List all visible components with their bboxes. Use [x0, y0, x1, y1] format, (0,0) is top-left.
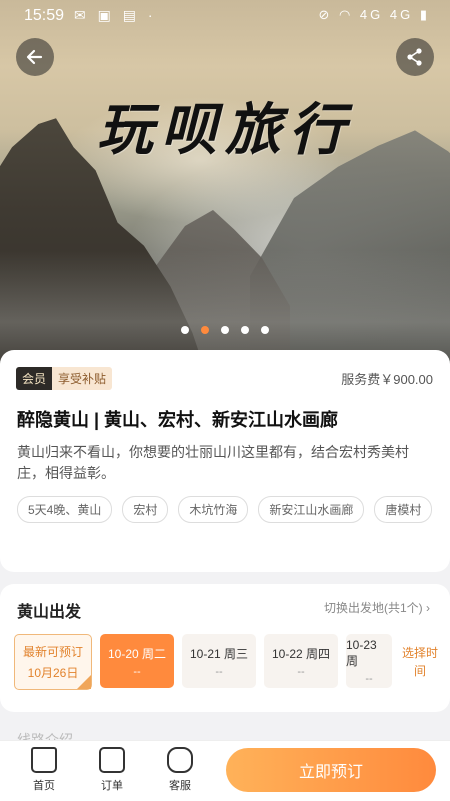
clipboard-icon — [99, 747, 125, 773]
share-icon — [407, 48, 422, 66]
tag: 宏村 — [122, 496, 169, 523]
select-time-button[interactable]: 选择时间 — [400, 634, 440, 690]
phone-icon — [167, 747, 193, 773]
share-button[interactable] — [396, 38, 434, 76]
tag: 新安江山水画廊 — [258, 496, 365, 523]
date-option[interactable]: 10-21 周三 -- — [182, 634, 256, 688]
tag: 唐模村 — [374, 496, 433, 523]
date-price: -- — [215, 665, 223, 678]
book-now-button[interactable]: 立即预订 — [226, 748, 436, 792]
date-label: 10-21 周三 — [189, 646, 249, 661]
date-option-selected[interactable]: 10-20 周二 -- — [100, 634, 174, 688]
status-bar: 15:59 ✉ ▣ ▤ · ⊘ ◠ 4G 4G ▮ — [0, 0, 450, 32]
nav-home-label: 首页 — [33, 780, 55, 792]
member-badge: 会员 享受补贴 — [16, 367, 113, 390]
departure-title: 黄山出发 — [17, 604, 82, 621]
date-price: -- — [133, 665, 141, 678]
carousel-dot[interactable] — [241, 326, 249, 334]
date-price: -- — [365, 672, 373, 685]
tag-list: 5天4晚、黄山 宏村 木坑竹海 新安江山水画廊 唐模村 — [17, 496, 437, 523]
notification-icons: ✉ ▣ ▤ · — [74, 7, 157, 23]
departure-card: 黄山出发 切换出发地(共1个) › 最新可预订 10月26日 10-20 周二 … — [0, 584, 450, 712]
status-time: 15:59 — [24, 7, 65, 24]
carousel-indicator[interactable] — [0, 326, 450, 334]
product-description: 黄山归来不看山，你想要的壮丽山川这里都有，结合宏村秀美村庄，相得益彰。 — [17, 444, 409, 481]
carousel-dot-active[interactable] — [201, 326, 209, 334]
latest-label: 最新可预订 — [22, 645, 83, 659]
switch-departure-link[interactable]: 切换出发地(共1个) › — [324, 599, 430, 616]
tag: 5天4晚、黄山 — [17, 496, 113, 523]
date-option[interactable]: 10-23 周 -- — [346, 634, 392, 688]
subsidy-label: 享受补贴 — [52, 367, 113, 390]
date-label: 10-20 周二 — [107, 646, 167, 661]
home-icon — [31, 747, 57, 773]
nav-orders-label: 订单 — [101, 780, 123, 792]
hero-banner[interactable]: 玩呗旅行 15:59 ✉ ▣ ▤ · ⊘ ◠ 4G 4G ▮ — [0, 0, 450, 370]
service-fee: 服务费￥900.00 — [341, 372, 433, 387]
date-list: 最新可预订 10月26日 10-20 周二 -- 10-21 周三 -- 10-… — [14, 634, 440, 690]
hero-title: 玩呗旅行 — [97, 97, 353, 163]
carousel-dot[interactable] — [221, 326, 229, 334]
nav-home[interactable]: 首页 — [16, 747, 72, 793]
nav-service[interactable]: 客服 — [152, 747, 208, 793]
member-label: 会员 — [16, 367, 53, 390]
carousel-dot[interactable] — [181, 326, 189, 334]
switch-departure-label: 切换出发地(共1个) — [323, 601, 423, 615]
date-option[interactable]: 10-22 周四 -- — [264, 634, 338, 688]
nav-orders[interactable]: 订单 — [84, 747, 140, 793]
check-corner-icon — [77, 675, 91, 689]
date-label: 10-22 周四 — [271, 646, 331, 661]
date-label: 10-23 周 — [346, 637, 377, 668]
latest-date: 10月26日 — [27, 666, 79, 680]
date-latest-bookable[interactable]: 最新可预订 10月26日 — [14, 634, 92, 690]
system-icons: ⊘ ◠ 4G 4G ▮ — [318, 7, 430, 22]
date-price: -- — [297, 665, 305, 678]
product-card: 会员 享受补贴 服务费￥900.00 醉隐黄山 | 黄山、宏村、新安江山水画廊 … — [0, 350, 450, 572]
carousel-dot[interactable] — [261, 326, 269, 334]
chevron-right-icon: › — [426, 601, 430, 615]
tag: 木坑竹海 — [178, 496, 249, 523]
back-button[interactable] — [16, 38, 54, 76]
arrow-left-icon — [26, 49, 43, 65]
product-title: 醉隐黄山 | 黄山、宏村、新安江山水画廊 — [17, 410, 339, 430]
nav-service-label: 客服 — [169, 780, 191, 792]
